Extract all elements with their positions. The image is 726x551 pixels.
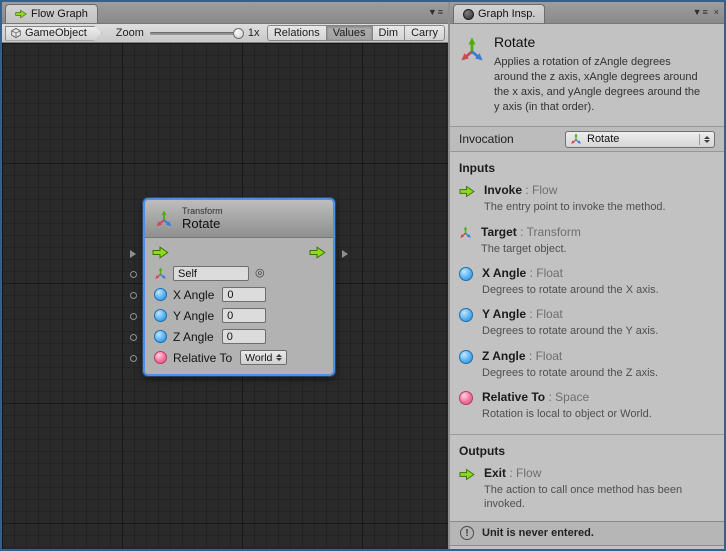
inspector-output-exit: ExitFlow The action to call once method … (450, 465, 724, 521)
node-row-z-angle: Z Angle 0 (145, 326, 333, 347)
inspector-input-target: TargetTransform The target object. (450, 224, 724, 265)
warning-icon: ! (460, 526, 474, 540)
gameobject-cube-icon (11, 28, 21, 38)
dropdown-arrows-icon (699, 134, 710, 145)
zoom-slider[interactable] (150, 32, 242, 35)
zoom-slider-thumb[interactable] (233, 28, 244, 39)
tab-graph-inspector-label: Graph Insp. (478, 8, 535, 20)
float-port-icon[interactable] (154, 330, 167, 343)
exit-port-icon[interactable] (309, 246, 326, 259)
invocation-row: Invocation Rotate (450, 126, 724, 152)
node-row-x-angle: X Angle 0 (145, 284, 333, 305)
inspector-input-y-angle: Y AngleFloat Degrees to rotate around th… (450, 306, 724, 347)
target-external-port[interactable] (130, 271, 137, 278)
flow-icon (459, 185, 475, 198)
z-angle-input[interactable]: 0 (222, 329, 266, 344)
toolbar-button-values[interactable]: Values (327, 25, 373, 41)
target-object-field[interactable]: Self (173, 266, 249, 281)
x-angle-input[interactable]: 0 (222, 287, 266, 302)
flow-graph-canvas[interactable]: Transform Rotate Self ◎ (2, 43, 448, 549)
outputs-header: Outputs (450, 435, 724, 465)
node-row-target: Self ◎ (145, 263, 333, 284)
inspector-input-z-angle: Z AngleFloat Degrees to rotate around th… (450, 348, 724, 389)
relative-to-external-port[interactable] (130, 355, 137, 362)
x-angle-label: X Angle (173, 288, 214, 302)
float-icon (459, 308, 473, 322)
breadcrumb-gameobject[interactable]: GameObject (5, 26, 102, 41)
inspector-input-x-angle: X AngleFloat Degrees to rotate around th… (450, 265, 724, 306)
flow-graph-tabstrip: Flow Graph ▼≡ (2, 2, 448, 24)
pane-menu-icon[interactable]: ▼≡ (428, 5, 444, 19)
exit-external-port[interactable] (342, 250, 348, 258)
space-port-icon[interactable] (154, 351, 167, 364)
invoke-external-port[interactable] (130, 250, 136, 258)
object-picker-icon[interactable]: ◎ (255, 268, 265, 279)
flow-graph-pane: Flow Graph ▼≡ GameObject Zoom 1x Relatio… (2, 2, 450, 549)
flow-graph-icon (15, 9, 27, 19)
pane-menu-icon[interactable]: ▼≡ (693, 5, 709, 19)
x-angle-external-port[interactable] (130, 292, 137, 299)
node-row-flow (145, 242, 333, 263)
toolbar-toggle-group: Relations Values Dim Carry (267, 25, 445, 41)
unit-description-block: Rotate Applies a rotation of zAngle degr… (450, 24, 724, 126)
bottom-strip (450, 546, 724, 549)
float-icon (459, 267, 473, 281)
node-body: Self ◎ X Angle 0 Y Angle 0 (145, 238, 333, 374)
inputs-header: Inputs (450, 152, 724, 182)
relative-to-label: Relative To (173, 351, 232, 365)
z-angle-external-port[interactable] (130, 334, 137, 341)
inspector-input-relative-to: Relative ToSpace Rotation is local to ob… (450, 389, 724, 430)
toolbar-button-carry[interactable]: Carry (405, 25, 445, 41)
inspector-body: Rotate Applies a rotation of zAngle degr… (450, 24, 724, 549)
graph-inspector-pane: Graph Insp. ▼≡ × Rotate Applies a rotati… (450, 2, 724, 549)
dropdown-arrows-icon (276, 354, 282, 361)
flow-graph-toolbar: GameObject Zoom 1x Relations Values Dim … (2, 24, 448, 43)
node-row-y-angle: Y Angle 0 (145, 305, 333, 326)
float-port-icon[interactable] (154, 309, 167, 322)
transform-icon (459, 37, 485, 63)
y-angle-label: Y Angle (173, 309, 214, 323)
close-icon[interactable]: × (714, 5, 720, 19)
warning-text: Unit is never entered. (482, 527, 594, 539)
toolbar-button-dim[interactable]: Dim (373, 25, 406, 41)
graph-inspector-icon (463, 9, 474, 20)
y-angle-input[interactable]: 0 (222, 308, 266, 323)
node-header[interactable]: Transform Rotate (145, 200, 333, 238)
invocation-dropdown[interactable]: Rotate (565, 131, 715, 148)
zoom-value: 1x (248, 27, 260, 39)
invoke-port-icon[interactable] (152, 246, 169, 259)
toolbar-button-relations[interactable]: Relations (267, 25, 327, 41)
graph-inspector-tabstrip: Graph Insp. ▼≡ × (450, 2, 724, 24)
node-row-relative-to: Relative To World (145, 347, 333, 368)
tab-graph-inspector[interactable]: Graph Insp. (453, 4, 545, 23)
transform-icon (459, 226, 472, 239)
transform-rotate-node[interactable]: Transform Rotate Self ◎ (143, 198, 335, 376)
invocation-label: Invocation (459, 132, 565, 146)
space-icon (459, 391, 473, 405)
y-angle-external-port[interactable] (130, 313, 137, 320)
outputs-section: Outputs ExitFlow The action to call once… (450, 434, 724, 521)
transform-port-icon[interactable] (154, 267, 167, 280)
transform-icon (155, 210, 173, 228)
node-title: Rotate (182, 217, 223, 231)
float-icon (459, 350, 473, 364)
inspector-description: Applies a rotation of zAngle degrees aro… (494, 55, 706, 114)
warning-bar: ! Unit is never entered. (450, 521, 724, 546)
relative-to-dropdown[interactable]: World (240, 350, 287, 365)
zoom-label: Zoom (116, 27, 144, 39)
z-angle-label: Z Angle (173, 330, 214, 344)
tab-flow-graph[interactable]: Flow Graph (5, 4, 98, 23)
float-port-icon[interactable] (154, 288, 167, 301)
flow-icon (459, 468, 475, 481)
inspector-title: Rotate (494, 34, 706, 50)
tab-flow-graph-label: Flow Graph (31, 8, 88, 20)
inspector-input-invoke: InvokeFlow The entry point to invoke the… (450, 182, 724, 223)
editor-window: Flow Graph ▼≡ GameObject Zoom 1x Relatio… (0, 0, 726, 551)
transform-icon (570, 133, 582, 145)
